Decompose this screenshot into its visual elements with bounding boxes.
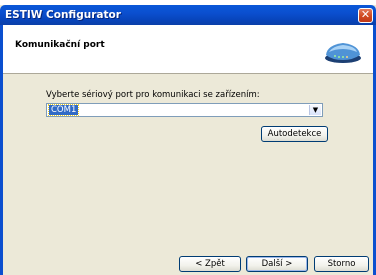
- port-select-value: COM1: [47, 104, 80, 116]
- back-button[interactable]: < Zpět: [179, 256, 241, 272]
- port-select[interactable]: COM1 ▼: [46, 103, 323, 117]
- cancel-button[interactable]: Storno: [314, 256, 369, 272]
- port-prompt-label: Vyberte sériový port pro komunikaci se z…: [46, 90, 260, 100]
- page-title: Komunikační port: [15, 40, 105, 50]
- close-icon[interactable]: ✕: [358, 8, 373, 23]
- title-bar[interactable]: ESTIW Configurator ✕: [0, 5, 376, 25]
- window-title: ESTIW Configurator: [5, 9, 121, 21]
- chevron-down-icon[interactable]: ▼: [309, 105, 321, 115]
- modem-icon: [325, 43, 361, 63]
- next-button[interactable]: Další >: [246, 256, 308, 272]
- autodetect-button[interactable]: Autodetekce: [261, 126, 328, 142]
- wizard-header: Komunikační port: [3, 25, 373, 74]
